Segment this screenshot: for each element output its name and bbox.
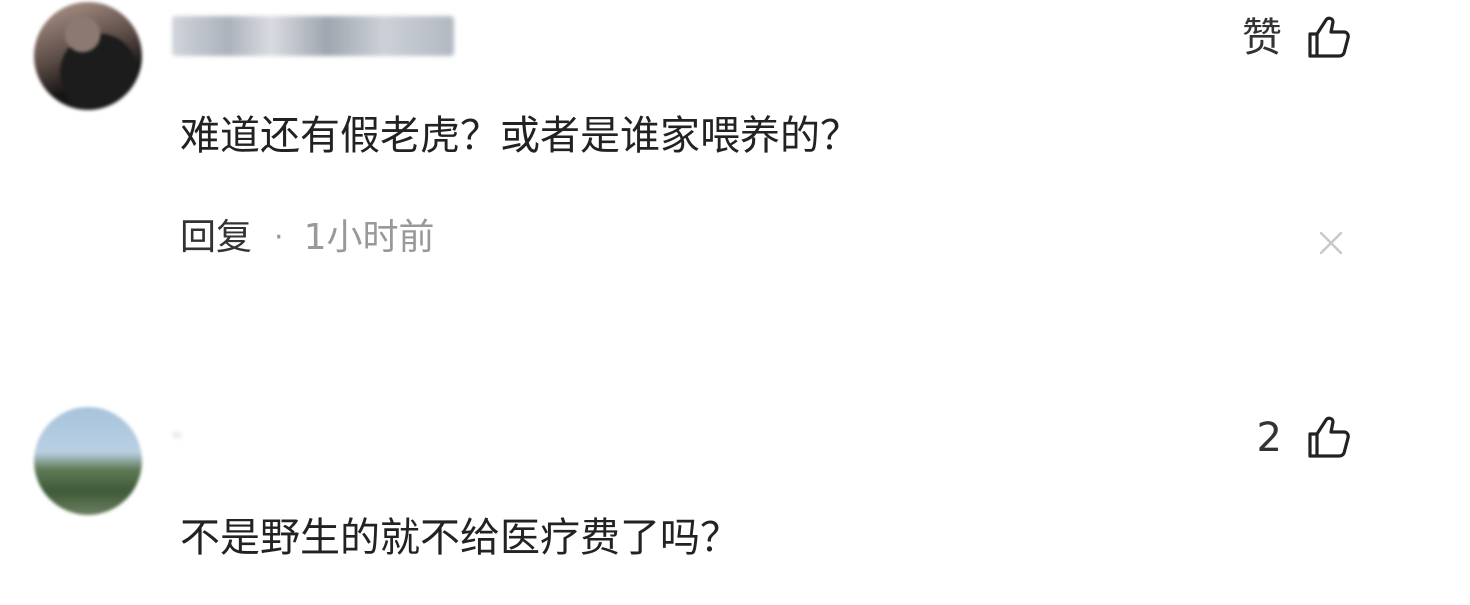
like-button[interactable]: 赞: [1242, 14, 1352, 62]
reply-button[interactable]: 回复: [180, 214, 252, 262]
timestamp: 1小时前: [303, 217, 435, 258]
comment-text: 难道还有假老虎？或者是谁家喂养的？: [180, 113, 860, 159]
username-blurred[interactable]: [172, 432, 182, 438]
like-button[interactable]: 2: [1257, 414, 1352, 462]
separator-dot: ·: [274, 220, 284, 255]
comment-text: 不是野生的就不给医疗费了吗？: [180, 515, 740, 561]
like-count: 2: [1256, 415, 1282, 461]
avatar[interactable]: [34, 2, 142, 110]
avatar[interactable]: [34, 407, 142, 515]
thumb-up-icon: [1308, 416, 1350, 458]
thumb-up-icon: [1308, 16, 1350, 58]
username-blurred[interactable]: [172, 16, 454, 56]
comment-item: 赞 难道还有假老虎？或者是谁家喂养的？ 回复 · 1小时前: [0, 0, 1470, 330]
comment-item: 2 不是野生的就不给医疗费了吗？: [0, 395, 1470, 605]
comment-meta: 回复 · 1小时前: [180, 214, 434, 262]
close-icon[interactable]: [1316, 228, 1346, 258]
like-label: 赞: [1242, 15, 1282, 61]
